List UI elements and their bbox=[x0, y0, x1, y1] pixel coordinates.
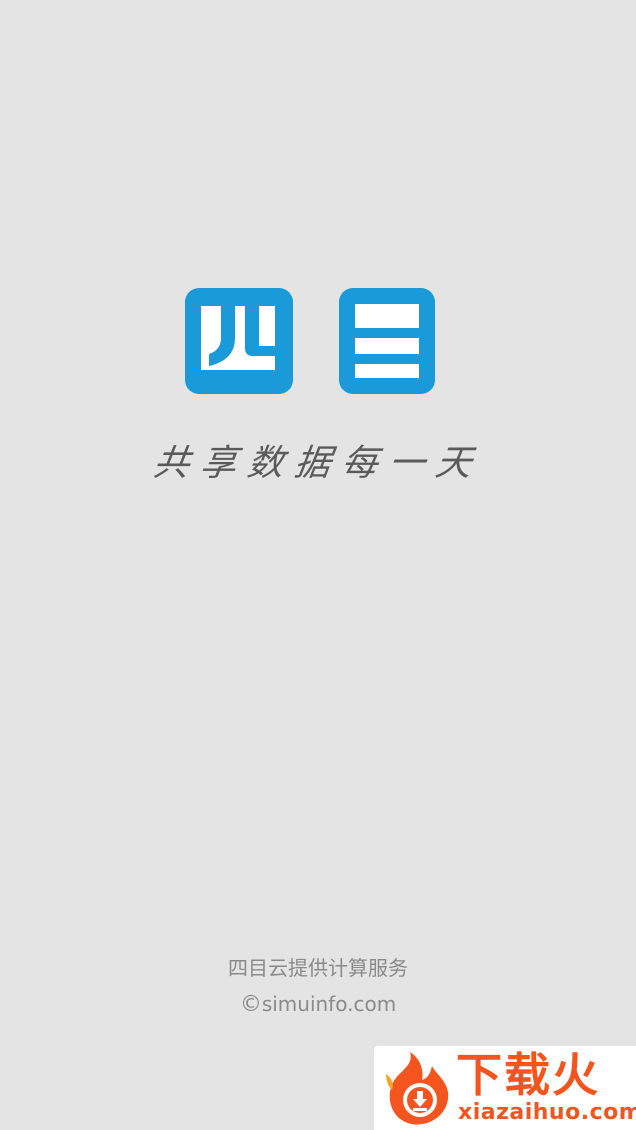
website-domain: simuinfo.com bbox=[261, 992, 397, 1016]
flame-download-icon bbox=[386, 1052, 449, 1125]
watermark-badge: 下载火 xiazaihuo.com bbox=[374, 1046, 636, 1130]
provider-text: 四目云提供计算服务 bbox=[228, 956, 408, 980]
app-logo-graphic bbox=[185, 288, 435, 394]
copyright-icon: © bbox=[239, 992, 262, 1017]
watermark-title: 下载火 bbox=[456, 1048, 600, 1102]
app-slogan: 共享数据每一天 bbox=[150, 443, 486, 484]
copyright-line: ©simuinfo.com bbox=[0, 986, 636, 1023]
watermark-domain: xiazaihuo.com bbox=[458, 1100, 636, 1125]
footer: 四目云提供计算服务 ©simuinfo.com bbox=[0, 950, 636, 1023]
app-logo bbox=[185, 286, 435, 396]
